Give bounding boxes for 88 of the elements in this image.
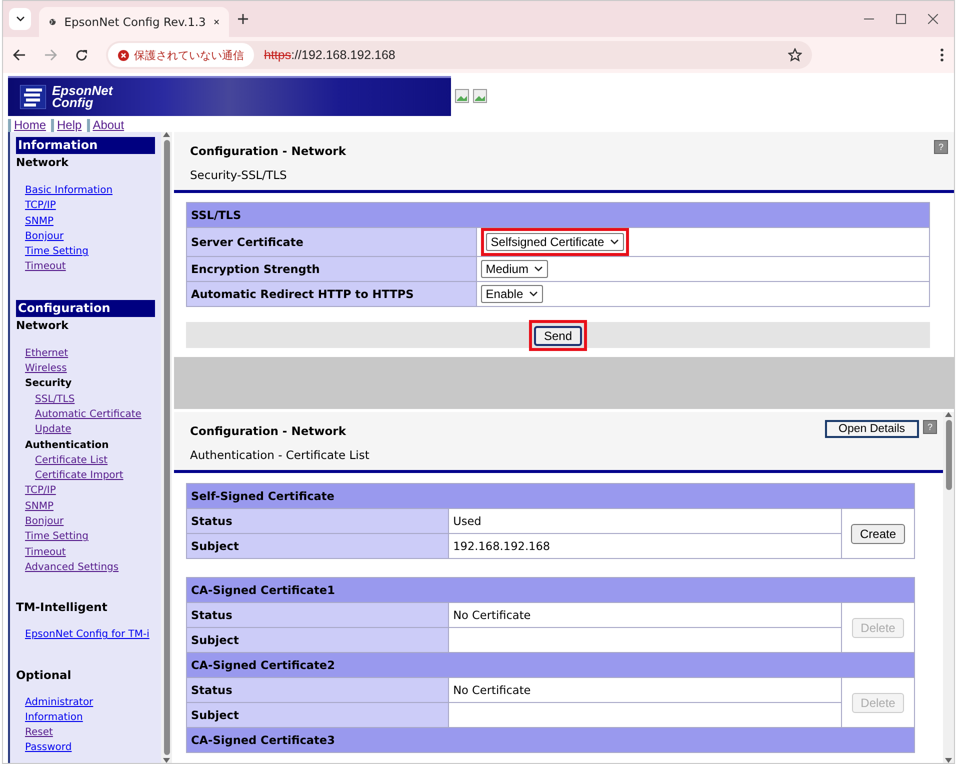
sidebar-link[interactable]: Password bbox=[25, 740, 72, 756]
scroll-up-arrow-icon[interactable] bbox=[163, 132, 170, 137]
setting-label: Encryption Strength bbox=[186, 256, 476, 282]
caret-icon bbox=[16, 16, 24, 22]
sidebar-link[interactable]: Timeout bbox=[25, 259, 66, 275]
url-text: https://192.168.192.168 bbox=[264, 48, 396, 62]
sidebar-link[interactable]: Certificate List bbox=[35, 452, 108, 468]
security-warning-chip[interactable]: 保護されていない通信 bbox=[108, 43, 254, 67]
new-tab-icon[interactable] bbox=[237, 13, 249, 25]
logo-text: Config bbox=[52, 97, 94, 109]
sidebar-group-label: Security bbox=[25, 377, 72, 392]
certificate-title: CA-Signed Certificate3 bbox=[186, 728, 914, 752]
caret-icon bbox=[610, 239, 620, 245]
field-label: Status bbox=[186, 602, 449, 628]
close-icon[interactable] bbox=[214, 17, 219, 27]
sidebar-section-title: Information bbox=[16, 137, 155, 154]
field-label: Subject bbox=[186, 702, 449, 728]
sidebar-link[interactable]: SSL/TLS bbox=[35, 392, 75, 407]
panel-subtitle: Authentication - Certificate List bbox=[190, 448, 370, 462]
caret-icon bbox=[534, 266, 544, 272]
field-label: Status bbox=[186, 508, 449, 534]
field-label: Subject bbox=[186, 534, 449, 558]
field-value: Used bbox=[448, 508, 842, 534]
sidebar-subheading: Network bbox=[16, 156, 70, 169]
dropdown[interactable]: Selfsigned Certificate bbox=[486, 233, 624, 251]
table-header: SSL/TLS bbox=[186, 202, 930, 228]
maximize-icon[interactable] bbox=[896, 14, 906, 24]
scroll-up-arrow-icon[interactable] bbox=[945, 412, 952, 417]
sidebar-link[interactable]: Basic Information bbox=[25, 183, 113, 198]
sidebar-link[interactable]: TCP/IP bbox=[25, 198, 56, 214]
back-arrow-icon[interactable] bbox=[13, 49, 26, 61]
sidebar-link[interactable]: Automatic Certificate bbox=[35, 406, 142, 422]
certificate-title: CA-Signed Certificate1 bbox=[186, 578, 914, 602]
sidebar-link[interactable]: Wireless bbox=[25, 361, 67, 376]
address-bar[interactable]: 保護されていない通信 https://192.168.192.168 bbox=[106, 41, 812, 69]
scrollbar[interactable] bbox=[161, 132, 172, 763]
sidebar-link[interactable]: Update bbox=[35, 422, 72, 438]
sidebar-link[interactable]: SNMP bbox=[25, 214, 54, 229]
open-details-button[interactable]: Open Details bbox=[824, 420, 919, 438]
logo-icon bbox=[20, 85, 46, 109]
logo-text: EpsonNet bbox=[52, 85, 113, 97]
sidebar-link[interactable]: SNMP bbox=[25, 498, 54, 514]
setting-label: Automatic Redirect HTTP to HTTPS bbox=[186, 282, 476, 306]
certificate-title: CA-Signed Certificate2 bbox=[186, 652, 914, 678]
scroll-down-arrow-icon[interactable] bbox=[163, 758, 170, 763]
sidebar-link[interactable]: Administrator bbox=[25, 694, 94, 710]
dropdown[interactable]: Enable bbox=[480, 285, 544, 303]
sidebar-section-title: Configuration bbox=[16, 300, 155, 317]
star-icon[interactable] bbox=[788, 48, 802, 62]
reload-icon[interactable] bbox=[75, 48, 88, 62]
sidebar-link[interactable]: Time Setting bbox=[25, 529, 88, 545]
dropdown[interactable]: Medium bbox=[480, 260, 548, 278]
panel-title: Configuration - Network bbox=[190, 424, 347, 438]
field-value: No Certificate bbox=[448, 602, 842, 628]
sidebar-link[interactable]: Reset bbox=[25, 725, 53, 740]
menu-icon[interactable] bbox=[940, 48, 944, 62]
field-label: Subject bbox=[186, 628, 449, 652]
setting-label: Server Certificate bbox=[186, 228, 476, 256]
field-value: No Certificate bbox=[448, 678, 842, 702]
sidebar-link[interactable]: EpsonNet Config for TM-i bbox=[25, 627, 150, 643]
sidebar-link[interactable]: Advanced Settings bbox=[25, 560, 119, 576]
broken-image-icon bbox=[473, 89, 487, 103]
field-value: 192.168.192.168 bbox=[448, 534, 842, 558]
sidebar-subheading: Network bbox=[16, 318, 70, 332]
field-label: Status bbox=[186, 678, 449, 702]
browser-tab[interactable]: EpsonNet Config Rev.1.3 bbox=[39, 7, 229, 37]
sidebar-group-label: Authentication bbox=[25, 438, 109, 453]
sidebar-link[interactable]: Ethernet bbox=[25, 346, 68, 362]
scroll-down-arrow-icon[interactable] bbox=[945, 758, 952, 763]
sidebar-link[interactable]: TCP/IP bbox=[25, 483, 56, 499]
send-button[interactable]: Send bbox=[534, 326, 582, 346]
scrollbar[interactable] bbox=[943, 412, 954, 763]
panel-title: Configuration - Network bbox=[190, 144, 347, 158]
broken-image-icon bbox=[455, 89, 469, 103]
sidebar-link[interactable]: Time Setting bbox=[25, 244, 88, 260]
sidebar-section-title: TM-Intelligent bbox=[16, 600, 108, 614]
sidebar-link[interactable]: Bonjour bbox=[25, 228, 64, 244]
caret-icon bbox=[529, 291, 538, 297]
sidebar-section-title: Optional bbox=[16, 668, 72, 682]
tab-list-button[interactable] bbox=[9, 8, 31, 30]
warning-icon bbox=[118, 50, 129, 60]
certificate-title: Self-Signed Certificate bbox=[186, 484, 914, 508]
sidebar-link[interactable]: Timeout bbox=[25, 544, 66, 560]
sidebar-link[interactable]: Certificate Import bbox=[35, 468, 124, 484]
panel-subtitle: Security-SSL/TLS bbox=[190, 168, 288, 182]
sidebar-link[interactable]: Bonjour bbox=[25, 514, 64, 530]
action-button[interactable]: Create bbox=[850, 524, 906, 544]
sidebar-link[interactable]: Information bbox=[25, 710, 83, 726]
